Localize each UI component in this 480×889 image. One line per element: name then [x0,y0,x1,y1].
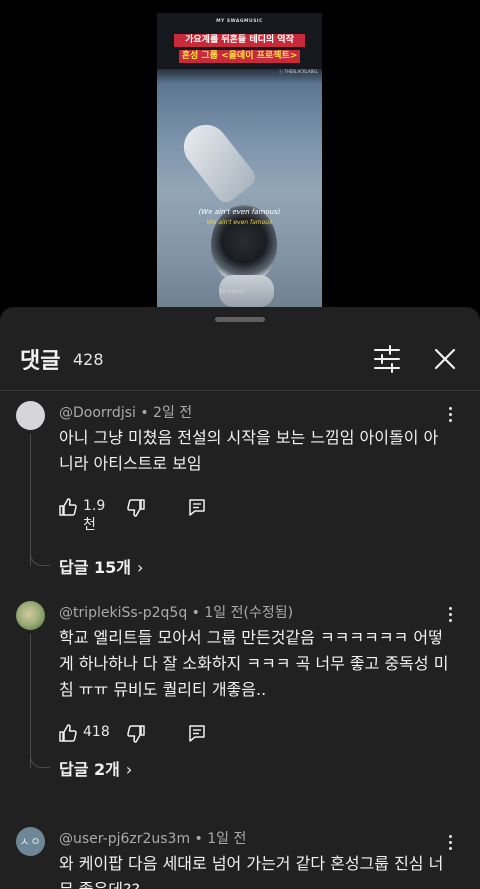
avatar[interactable]: ㅅㅇ [16,827,45,856]
comment-more-button[interactable] [440,405,460,425]
dislike-button[interactable] [126,495,150,519]
video-subtitle-primary: (We ain't even famous) [198,208,281,216]
header-divider [0,390,480,391]
avatar[interactable] [16,601,45,630]
replies-count: 답글 15개 [59,558,131,577]
video-subtitle-secondary: We ain't even famous [206,219,273,226]
video-arm-image [175,115,259,207]
comment-text: 아니 그냥 미쳤음 전설의 시작을 보는 느낌임 아이돌이 아니라 아티스트로 … [59,428,439,473]
dislike-button[interactable] [126,721,150,745]
comment-more-button[interactable] [440,605,460,625]
comment-text: 와 케이팝 다음 세대로 넘어 가는거 같다 혼성그룹 진심 너무 좋은데?? [59,854,444,889]
video-title-line1: 가요계를 뒤흔들 테디의 역작 [174,34,305,47]
avatar[interactable] [16,401,45,430]
video-credit: ⓒ THEBLACKLABEL [279,69,318,74]
video-title-banner: MY SWAGMUSIC 가요계를 뒤흔들 테디의 역작 혼성 그룹 <올데이 … [157,13,322,69]
like-button[interactable]: 418 [58,721,118,745]
thread-curve [30,552,50,566]
comment-author-meta[interactable]: @user-pj6zr2us3m • 1일 전 [59,828,246,848]
view-replies-link[interactable]: 답글 2개 › [59,756,132,780]
like-button[interactable]: 1.9천 [58,495,118,533]
like-count: 418 [83,724,110,740]
close-icon [434,348,456,370]
video-brand: MY SWAGMUSIC [216,19,263,24]
sheet-drag-handle[interactable] [215,317,265,322]
comment-more-button[interactable] [440,833,460,853]
comment-text: 학교 엘리트들 모아서 그룹 만든것같음 ㅋㅋㅋㅋㅋㅋ 어떻게 하나하나 다 잘… [59,628,449,699]
sheet-title: 댓글 [20,349,61,374]
thread-line [30,634,31,768]
thumbs-up-icon [59,498,77,516]
chevron-right-icon: › [137,558,144,577]
comments-sheet: 댓글 428 @Doorrdjsi • 2일 전 아니 그냥 미쳤음 전설의 시… [0,307,480,889]
comment-count: 428 [73,350,104,369]
like-count: 1.9천 [83,498,106,533]
thumbs-up-icon [59,724,77,742]
thumbs-down-icon [127,725,145,743]
thread-curve [30,754,50,768]
reply-button[interactable] [187,495,211,519]
view-replies-link[interactable]: 답글 15개 › [59,554,143,578]
thread-line [30,434,31,566]
reply-icon [189,499,205,516]
video-player[interactable]: MY SWAGMUSIC 가요계를 뒤흔들 테디의 역작 혼성 그룹 <올데이 … [0,0,480,320]
comment-author-meta[interactable]: @Doorrdjsi • 2일 전 [59,402,192,422]
comment-author-meta[interactable]: @triplekiSs-p2q5q • 1일 전(수정됨) [59,602,293,622]
chevron-right-icon: › [125,760,133,779]
thumbs-down-icon [127,499,145,517]
reply-icon [189,725,205,742]
video-watch-image [211,205,277,285]
sort-filter-button[interactable] [371,345,403,373]
video-frame[interactable]: MY SWAGMUSIC 가요계를 뒤흔들 테디의 역작 혼성 그룹 <올데이 … [157,13,322,307]
replies-count: 답글 2개 [59,760,120,779]
video-title-line2: 혼성 그룹 <올데이 프로젝트> [179,50,300,63]
reply-button[interactable] [187,721,211,745]
video-subtitle-small: 우린 유명하지도 [219,289,247,294]
sliders-icon [374,345,400,373]
close-button[interactable] [430,344,460,374]
